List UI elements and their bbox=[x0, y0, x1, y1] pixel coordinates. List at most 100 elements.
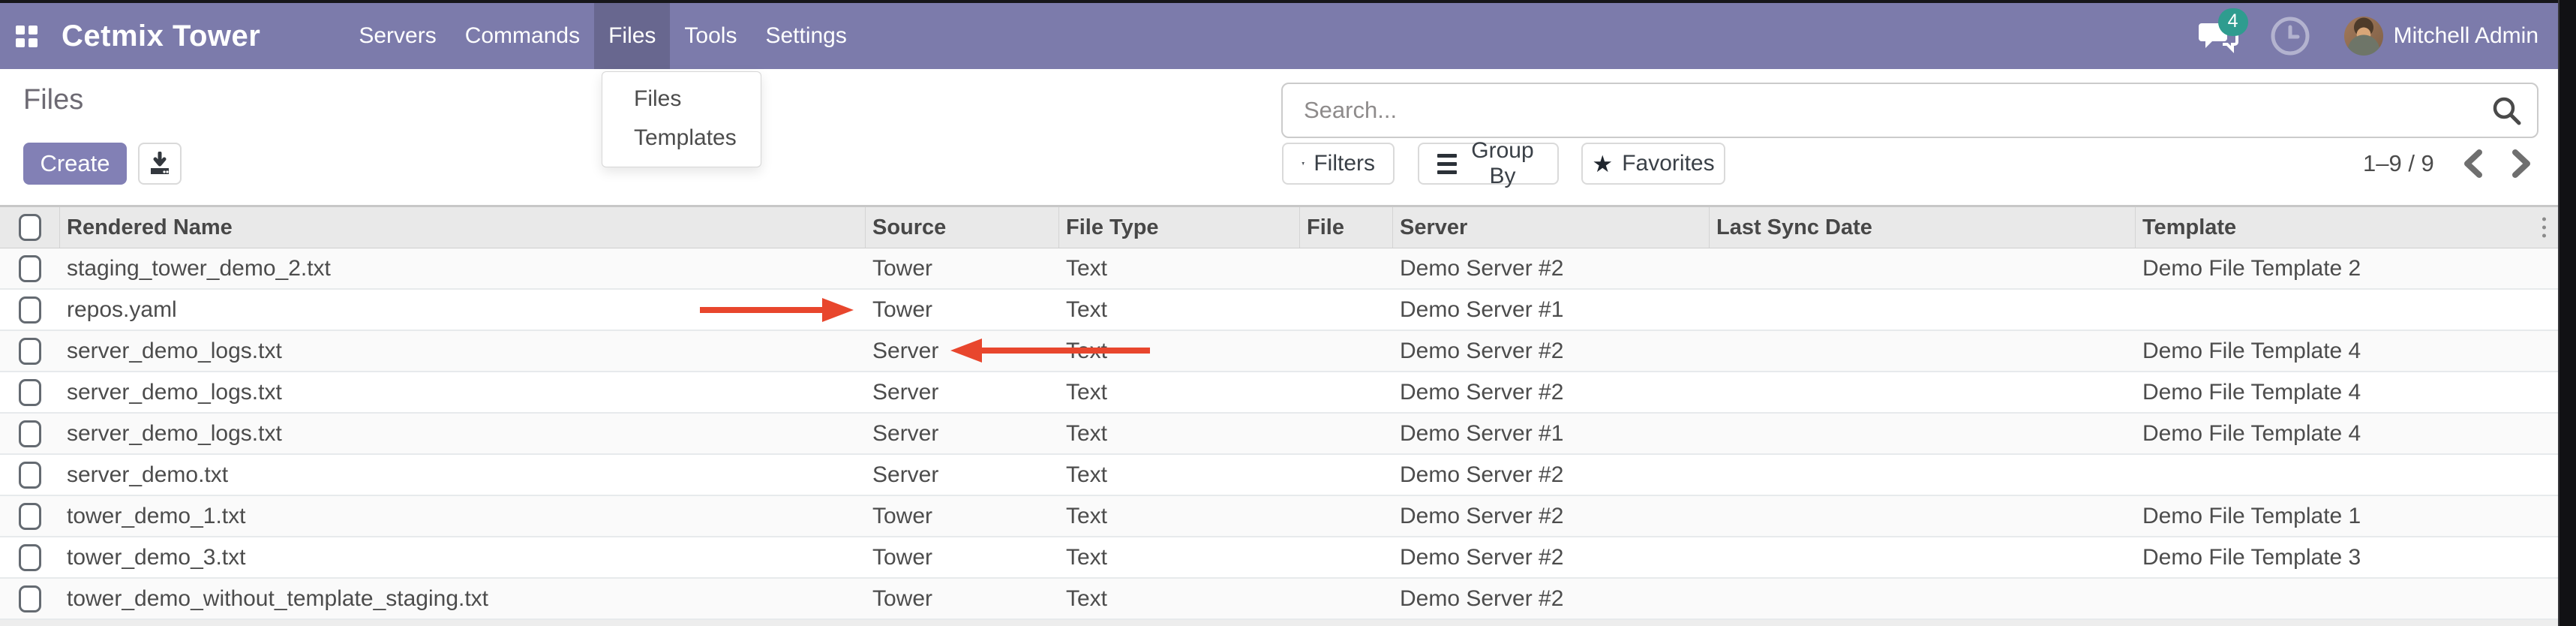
files-menu-dropdown: Files Templates bbox=[602, 71, 761, 167]
table-row[interactable]: server_demo_logs.txt Server Text Demo Se… bbox=[0, 331, 2558, 372]
dropdown-item-templates[interactable]: Templates bbox=[602, 119, 761, 158]
row-checkbox[interactable] bbox=[19, 338, 41, 365]
search-bar bbox=[1281, 83, 2538, 138]
window-right-edge bbox=[2558, 0, 2576, 626]
row-checkbox[interactable] bbox=[19, 420, 41, 447]
brand-title[interactable]: Cetmix Tower bbox=[62, 3, 260, 69]
pager-previous-button[interactable] bbox=[2461, 149, 2484, 179]
cell-server: Demo Server #2 bbox=[1393, 372, 1710, 412]
star-icon: ★ bbox=[1592, 152, 1613, 176]
nav-item-settings[interactable]: Settings bbox=[751, 3, 860, 69]
filters-button[interactable]: Filters bbox=[1282, 143, 1395, 185]
import-button[interactable] bbox=[138, 143, 182, 185]
favorites-button[interactable]: ★ Favorites bbox=[1581, 143, 1725, 185]
cell-rendered-name: server_demo_logs.txt bbox=[60, 414, 866, 453]
nav-item-commands[interactable]: Commands bbox=[451, 3, 594, 69]
table-row[interactable]: server_demo_logs.txt Server Text Demo Se… bbox=[0, 414, 2558, 455]
dropdown-item-files[interactable]: Files bbox=[602, 80, 761, 119]
user-avatar[interactable] bbox=[2344, 17, 2383, 56]
column-header-rendered-name[interactable]: Rendered Name bbox=[60, 207, 866, 248]
column-header-file[interactable]: File bbox=[1300, 207, 1393, 248]
apps-grid-icon[interactable] bbox=[16, 3, 38, 69]
cell-file bbox=[1300, 331, 1393, 371]
cell-file-type: Text bbox=[1059, 496, 1300, 536]
row-checkbox-cell bbox=[0, 579, 60, 618]
table-row[interactable]: repos.yaml Tower Text Demo Server #1 bbox=[0, 290, 2558, 331]
select-all-checkbox-cell bbox=[0, 207, 60, 248]
row-checkbox[interactable] bbox=[19, 255, 41, 282]
cell-rendered-name: tower_demo_3.txt bbox=[60, 537, 866, 577]
search-input[interactable] bbox=[1281, 83, 2538, 138]
cell-source: Tower bbox=[866, 290, 1059, 330]
pagination: 1–9 / 9 bbox=[2363, 143, 2533, 185]
row-checkbox[interactable] bbox=[19, 585, 41, 612]
cell-last-sync-date bbox=[1710, 496, 2136, 536]
cell-file bbox=[1300, 248, 1393, 288]
cell-source: Tower bbox=[866, 579, 1059, 618]
activities-clock-icon[interactable] bbox=[2269, 15, 2311, 57]
cell-rendered-name: tower_demo_without_template_staging.txt bbox=[60, 579, 866, 618]
pagination-range: 1–9 / 9 bbox=[2363, 150, 2434, 177]
column-header-last-sync-date[interactable]: Last Sync Date bbox=[1710, 207, 2136, 248]
table-row[interactable]: tower_demo_1.txt Tower Text Demo Server … bbox=[0, 496, 2558, 537]
navbar-systray: 4 Mitchell Admin bbox=[2199, 3, 2538, 69]
cell-file-type: Text bbox=[1059, 537, 1300, 577]
cell-file-type: Text bbox=[1059, 455, 1300, 495]
cell-file bbox=[1300, 496, 1393, 536]
cell-last-sync-date bbox=[1710, 372, 2136, 412]
row-checkbox[interactable] bbox=[19, 462, 41, 489]
column-header-file-type[interactable]: File Type bbox=[1059, 207, 1300, 248]
cell-file-type: Text bbox=[1059, 414, 1300, 453]
table-row[interactable]: staging_tower_demo_2.txt Tower Text Demo… bbox=[0, 248, 2558, 290]
cell-file-type: Text bbox=[1059, 248, 1300, 288]
cell-rendered-name: server_demo_logs.txt bbox=[60, 331, 866, 371]
cell-template bbox=[2136, 290, 2558, 330]
row-checkbox[interactable] bbox=[19, 544, 41, 571]
nav-item-servers[interactable]: Servers bbox=[344, 3, 450, 69]
cell-server: Demo Server #1 bbox=[1393, 290, 1710, 330]
pager-next-button[interactable] bbox=[2511, 149, 2533, 179]
messages-icon[interactable]: 4 bbox=[2199, 19, 2239, 53]
table-row[interactable]: tower_demo_3.txt Tower Text Demo Server … bbox=[0, 537, 2558, 579]
messages-count-badge: 4 bbox=[2218, 8, 2248, 36]
row-checkbox-cell bbox=[0, 537, 60, 577]
column-header-source[interactable]: Source bbox=[866, 207, 1059, 248]
cell-source: Tower bbox=[866, 496, 1059, 536]
group-by-button[interactable]: Group By bbox=[1418, 143, 1559, 185]
cell-template bbox=[2136, 579, 2558, 618]
cell-file bbox=[1300, 537, 1393, 577]
cell-source: Tower bbox=[866, 248, 1059, 288]
cell-template: Demo File Template 3 bbox=[2136, 537, 2558, 577]
cell-file bbox=[1300, 455, 1393, 495]
cell-template: Demo File Template 1 bbox=[2136, 496, 2558, 536]
select-all-checkbox[interactable] bbox=[19, 214, 41, 241]
cell-server: Demo Server #1 bbox=[1393, 414, 1710, 453]
cell-template: Demo File Template 4 bbox=[2136, 372, 2558, 412]
table-row[interactable]: tower_demo_without_template_staging.txt … bbox=[0, 579, 2558, 620]
cell-source: Tower bbox=[866, 537, 1059, 577]
cell-server: Demo Server #2 bbox=[1393, 496, 1710, 536]
nav-item-tools[interactable]: Tools bbox=[670, 3, 751, 69]
table-header: Rendered Name Source File Type File Serv… bbox=[0, 205, 2558, 248]
cell-source: Server bbox=[866, 331, 1059, 371]
search-icon[interactable] bbox=[2490, 95, 2522, 126]
row-checkbox-cell bbox=[0, 331, 60, 371]
cell-rendered-name: staging_tower_demo_2.txt bbox=[60, 248, 866, 288]
top-navbar: Cetmix Tower Servers Commands Files Tool… bbox=[0, 3, 2558, 69]
cell-server: Demo Server #2 bbox=[1393, 537, 1710, 577]
window-top-edge bbox=[0, 0, 2576, 3]
row-checkbox[interactable] bbox=[19, 379, 41, 406]
cell-server: Demo Server #2 bbox=[1393, 455, 1710, 495]
row-checkbox[interactable] bbox=[19, 503, 41, 530]
user-name[interactable]: Mitchell Admin bbox=[2394, 23, 2538, 49]
table-row[interactable]: server_demo.txt Server Text Demo Server … bbox=[0, 455, 2558, 496]
row-checkbox-cell bbox=[0, 496, 60, 536]
cell-server: Demo Server #2 bbox=[1393, 248, 1710, 288]
column-header-server[interactable]: Server bbox=[1393, 207, 1710, 248]
row-checkbox[interactable] bbox=[19, 296, 41, 324]
nav-item-files[interactable]: Files bbox=[594, 3, 670, 69]
create-button[interactable]: Create bbox=[23, 143, 127, 185]
cell-file bbox=[1300, 579, 1393, 618]
optional-columns-icon[interactable] bbox=[2542, 218, 2546, 238]
table-row[interactable]: server_demo_logs.txt Server Text Demo Se… bbox=[0, 372, 2558, 414]
